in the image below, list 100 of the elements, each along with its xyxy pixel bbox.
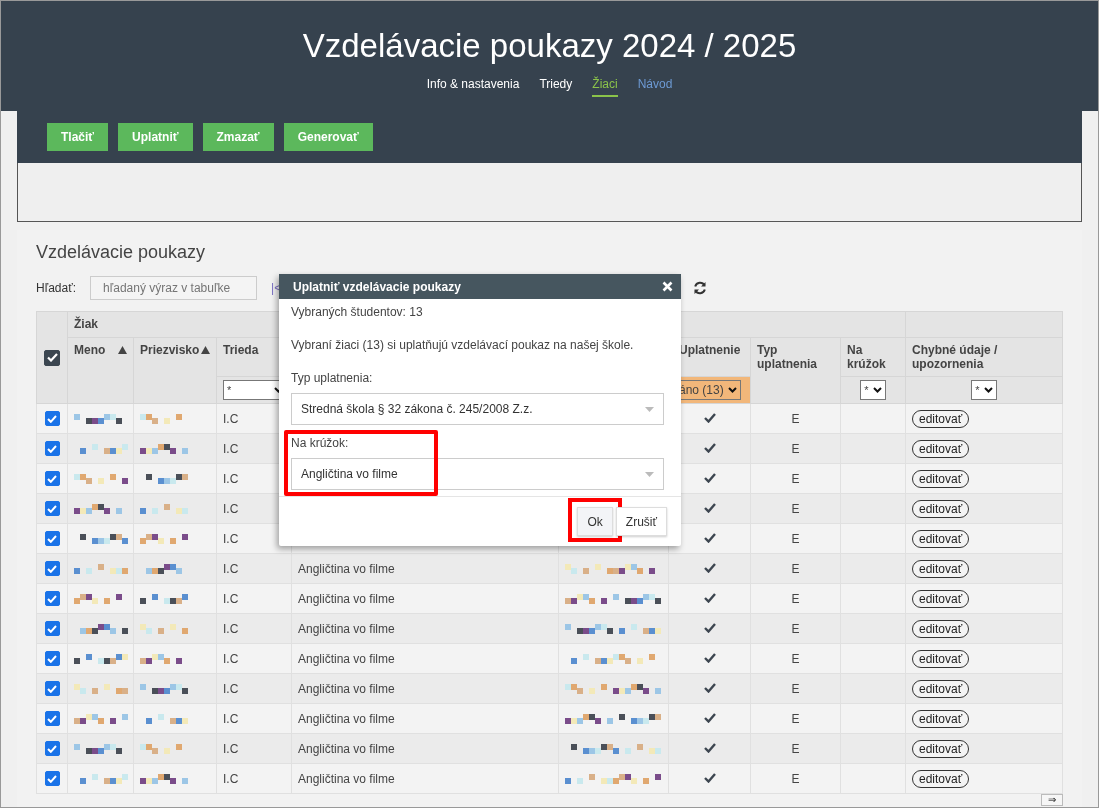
- filter-select[interactable]: *: [860, 380, 886, 400]
- edit-button[interactable]: editovať: [912, 439, 970, 458]
- nav-tab[interactable]: Žiaci: [592, 77, 618, 97]
- scroll-right-button[interactable]: ⇒: [1041, 794, 1063, 806]
- type-cell: E: [791, 591, 800, 606]
- row-checkbox[interactable]: [44, 771, 60, 787]
- column-header: Typ uplatnenia: [757, 343, 818, 371]
- class-cell: I.C: [223, 621, 239, 636]
- refresh-icon[interactable]: [693, 281, 708, 295]
- help-link[interactable]: Návod: [637, 77, 673, 97]
- column-header[interactable]: Meno: [74, 343, 106, 357]
- type-select[interactable]: Stredná škola § 32 zákona č. 245/2008 Z.z.: [291, 393, 664, 425]
- filter-select[interactable]: *: [971, 380, 997, 400]
- club-select[interactable]: Angličtina vo filme: [291, 458, 664, 490]
- type-cell: E: [791, 561, 800, 576]
- redacted-name-drawing: [140, 682, 188, 695]
- class-cell: I.C: [223, 561, 239, 576]
- class-cell: I.C: [223, 681, 239, 696]
- edit-button[interactable]: editovať: [912, 679, 970, 698]
- row-checkbox[interactable]: [44, 501, 60, 517]
- type-cell: E: [791, 531, 800, 546]
- class-cell: I.C: [223, 501, 239, 516]
- class-cell: I.C: [223, 531, 239, 546]
- row-checkbox[interactable]: [44, 651, 60, 667]
- type-cell: E: [791, 471, 800, 486]
- redacted-name-drawing: [74, 652, 128, 665]
- section-title: Vzdelávacie poukazy: [36, 242, 207, 263]
- redacted-name-drawing: [140, 502, 188, 515]
- class-cell: I.C: [223, 741, 239, 756]
- chevron-down-icon[interactable]: [727, 387, 737, 393]
- edit-button[interactable]: editovať: [912, 469, 970, 488]
- edit-button[interactable]: editovať: [912, 529, 970, 548]
- type-cell: E: [791, 501, 800, 516]
- type-cell: E: [791, 771, 800, 786]
- field-label: Na krúžok:: [291, 436, 350, 450]
- class-cell: I.C: [223, 771, 239, 786]
- course-cell: Angličtina vo filme: [298, 771, 395, 786]
- redacted-name-drawing: [140, 592, 188, 605]
- dialog-title: Uplatniť vzdelávacie poukazy: [293, 279, 461, 294]
- dialog-button[interactable]: Zrušiť: [615, 507, 667, 536]
- type-cell: E: [791, 621, 800, 636]
- select-all-checkbox[interactable]: [44, 349, 60, 366]
- chevron-down-icon[interactable]: [872, 387, 882, 393]
- column-group-header: Žiak: [74, 317, 98, 331]
- edit-button[interactable]: editovať: [912, 649, 970, 668]
- sort-arrow-icon[interactable]: [201, 346, 210, 354]
- nav-tab[interactable]: Info & nastavenia: [426, 77, 520, 97]
- close-icon[interactable]: [662, 281, 673, 292]
- chevron-down-icon[interactable]: [983, 387, 993, 393]
- row-checkbox[interactable]: [44, 621, 60, 637]
- type-cell: E: [791, 711, 800, 726]
- redacted-name-drawing: [140, 622, 188, 635]
- class-cell: I.C: [223, 411, 239, 426]
- course-cell: Angličtina vo filme: [298, 621, 395, 636]
- dialog-button[interactable]: Ok: [577, 507, 613, 536]
- column-header: Na krúžok: [847, 343, 887, 371]
- course-cell: Angličtina vo filme: [298, 561, 395, 576]
- edit-button[interactable]: editovať: [912, 559, 970, 578]
- class-cell: I.C: [223, 441, 239, 456]
- class-cell: I.C: [223, 591, 239, 606]
- redacted-name-drawing: [140, 532, 188, 545]
- course-cell: Angličtina vo filme: [298, 591, 395, 606]
- row-checkbox[interactable]: [44, 561, 60, 577]
- search-field[interactable]: hľadaný výraz v tabuľke: [90, 276, 258, 300]
- column-header: Uplatnenie: [679, 343, 741, 357]
- type-cell: E: [791, 741, 800, 756]
- edit-button[interactable]: editovať: [912, 619, 970, 638]
- row-checkbox[interactable]: [44, 591, 60, 607]
- redacted-name-drawing: [74, 562, 128, 575]
- redacted-name-drawing: [74, 682, 128, 695]
- type-cell: E: [791, 411, 800, 426]
- nav-tab[interactable]: Triedy: [539, 77, 573, 97]
- column-header[interactable]: Priezvisko: [140, 343, 200, 357]
- course-cell: Angličtina vo filme: [298, 741, 395, 756]
- redacted-name-drawing: [140, 442, 188, 455]
- row-checkbox[interactable]: [44, 741, 60, 757]
- edit-button[interactable]: editovať: [912, 409, 970, 428]
- edit-button[interactable]: editovať: [912, 499, 970, 518]
- row-checkbox[interactable]: [44, 711, 60, 727]
- edit-button[interactable]: editovať: [912, 589, 970, 608]
- page-title: Vzdelávacie poukazy 2024 / 2025: [302, 27, 797, 65]
- redacted-name-drawing: [74, 712, 128, 725]
- type-cell: E: [791, 651, 800, 666]
- type-cell: E: [791, 681, 800, 696]
- class-cell: I.C: [223, 651, 239, 666]
- row-checkbox[interactable]: [44, 441, 60, 457]
- redacted-name-drawing: [74, 472, 128, 485]
- course-cell: Angličtina vo filme: [298, 681, 395, 696]
- row-checkbox[interactable]: [44, 681, 60, 697]
- course-cell: Angličtina vo filme: [298, 711, 395, 726]
- edit-button[interactable]: editovať: [912, 739, 970, 758]
- row-checkbox[interactable]: [44, 531, 60, 547]
- class-cell: I.C: [223, 711, 239, 726]
- sort-arrow-icon[interactable]: [118, 346, 127, 354]
- dialog-message: Vybraní žiaci (13) si uplatňujú vzdelávací poukaz na našej škole.: [291, 338, 635, 352]
- edit-button[interactable]: editovať: [912, 769, 970, 788]
- edit-button[interactable]: editovať: [912, 709, 970, 728]
- row-checkbox[interactable]: [44, 411, 60, 427]
- row-checkbox[interactable]: [44, 471, 60, 487]
- column-header: Trieda: [223, 343, 259, 357]
